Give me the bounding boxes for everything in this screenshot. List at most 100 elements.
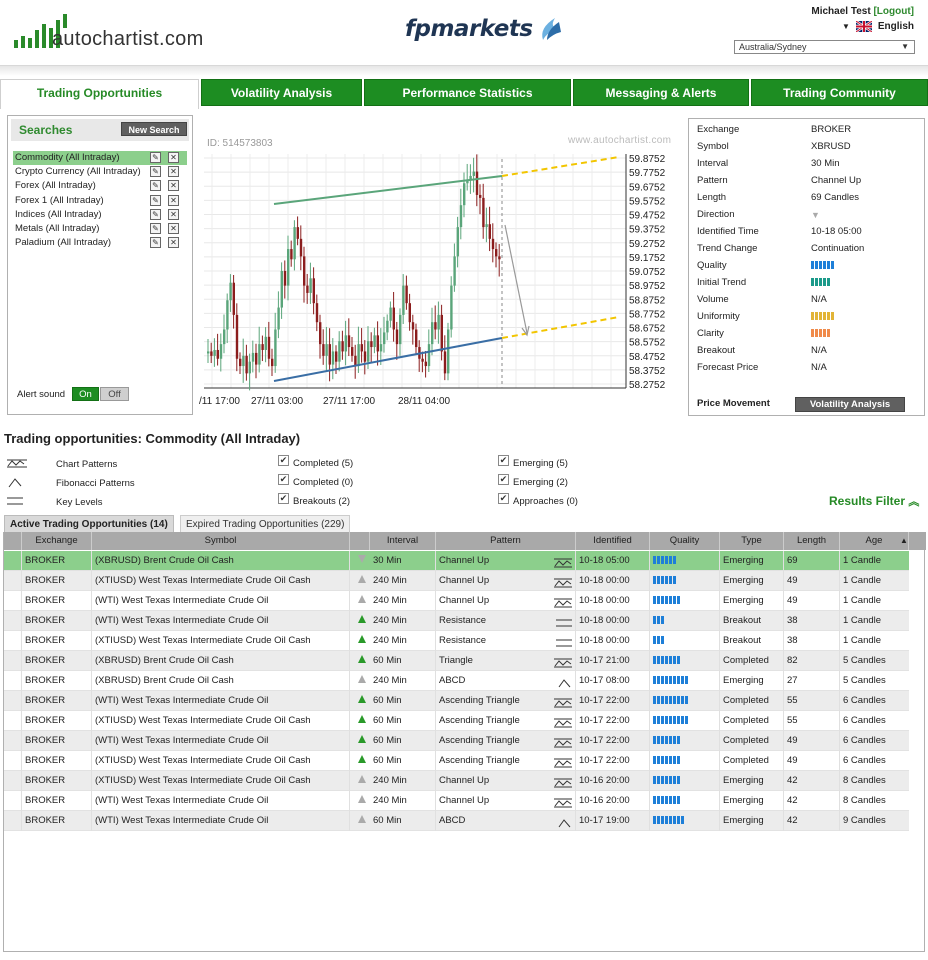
delete-icon[interactable]: ✕ <box>168 152 179 163</box>
cell-pattern: Channel Up <box>439 791 576 811</box>
table-row[interactable]: BROKER (WTI) West Texas Intermediate Crud… <box>4 811 909 831</box>
delete-icon[interactable]: ✕ <box>168 237 179 249</box>
direction-up-icon <box>357 675 366 683</box>
edit-icon[interactable]: ✎ <box>150 194 161 206</box>
column-header[interactable]: Type <box>720 532 784 550</box>
table-row[interactable]: BROKER (WTI) West Texas Intermediate Crud… <box>4 731 909 751</box>
cell-interval: 240 Min <box>373 571 436 591</box>
edit-icon[interactable]: ✎ <box>150 208 161 220</box>
column-header[interactable]: Interval <box>370 532 436 550</box>
table-row[interactable]: BROKER (XBRUSD) Brent Crude Oil Cash 240 M… <box>4 671 909 691</box>
delete-icon[interactable]: ✕ <box>168 223 179 234</box>
filter-label: Emerging (5) <box>513 458 568 469</box>
alert-sound-off-button[interactable]: Off <box>100 387 129 401</box>
table-row[interactable]: BROKER (WTI) West Texas Intermediate Crud… <box>4 791 909 811</box>
chevron-down-icon: ▼ <box>841 22 850 31</box>
timezone-value: Australia/Sydney <box>739 42 807 52</box>
delete-icon[interactable]: ✕ <box>168 166 179 178</box>
edit-icon[interactable]: ✎ <box>150 237 161 249</box>
y-tick-label: 59.1752 <box>629 253 666 264</box>
edit-icon[interactable]: ✎ <box>150 223 161 234</box>
tab-trading-community[interactable]: Trading Community <box>751 79 928 106</box>
column-header[interactable]: Pattern <box>436 532 576 550</box>
table-row[interactable]: BROKER (WTI) West Texas Intermediate Crud… <box>4 591 909 611</box>
search-item[interactable]: Forex (All Intraday) ✎ ✕ <box>13 179 187 193</box>
new-search-button[interactable]: New Search <box>121 122 187 136</box>
column-header[interactable] <box>350 532 370 550</box>
tab-expired-opportunities[interactable]: Expired Trading Opportunities (229) <box>180 515 350 532</box>
column-header[interactable]: Age <box>840 532 909 550</box>
info-label: Direction <box>697 209 735 220</box>
direction-up-icon <box>357 715 366 723</box>
table-row[interactable]: BROKER (XTIUSD) West Texas Intermediate C… <box>4 571 909 591</box>
candle <box>344 335 347 352</box>
quality-bars <box>653 776 680 784</box>
filter-checkbox[interactable]: ✔ <box>498 455 509 466</box>
table-row[interactable]: BROKER (WTI) West Texas Intermediate Crud… <box>4 611 909 631</box>
language-selector[interactable]: ▼ English <box>842 21 914 32</box>
volatility-analysis-button[interactable]: Volatility Analysis <box>795 397 905 412</box>
table-row[interactable]: BROKER (XTIUSD) West Texas Intermediate C… <box>4 711 909 731</box>
filter-checkbox[interactable]: ✔ <box>498 493 509 504</box>
y-tick-label: 58.6752 <box>629 324 666 335</box>
pattern-name: Channel Up <box>439 795 490 806</box>
tab-active-opportunities[interactable]: Active Trading Opportunities (14) <box>4 515 174 532</box>
direction-up-icon <box>357 595 366 603</box>
table-header: Exchange Symbol Interval Pattern Identified Q… <box>4 532 926 550</box>
pattern-name: ABCD <box>439 815 466 826</box>
column-header[interactable]: Symbol <box>92 532 350 550</box>
cell-interval: 60 Min <box>373 651 436 671</box>
edit-icon[interactable]: ✎ <box>150 152 161 163</box>
tab-volatility-analysis[interactable]: Volatility Analysis <box>201 79 362 106</box>
table-row[interactable]: BROKER (WTI) West Texas Intermediate Crud… <box>4 691 909 711</box>
column-header[interactable]: Identified <box>576 532 650 550</box>
x-tick-label: 27/11 17:00 <box>323 396 376 407</box>
filter-checkbox[interactable]: ✔ <box>278 455 289 466</box>
row-marker <box>7 711 22 731</box>
delete-icon[interactable]: ✕ <box>168 208 179 220</box>
edit-icon[interactable]: ✎ <box>150 166 161 178</box>
cell-symbol: (XBRUSD) Brent Crude Oil Cash <box>95 551 350 571</box>
column-header[interactable]: Quality <box>650 532 720 550</box>
filter-checkbox[interactable]: ✔ <box>498 474 509 485</box>
candle <box>296 227 299 239</box>
table-row[interactable]: BROKER (XBRUSD) Brent Crude Oil Cash 60 Mi… <box>4 651 909 671</box>
search-item[interactable]: Paladium (All Intraday) ✎ ✕ <box>13 236 187 250</box>
chart-pattern-icon <box>554 736 572 751</box>
delete-icon[interactable]: ✕ <box>168 194 179 206</box>
column-header[interactable]: Length <box>784 532 840 550</box>
search-item[interactable]: Forex 1 (All Intraday) ✎ ✕ <box>13 194 187 208</box>
search-item[interactable]: Commodity (All Intraday) ✎ ✕ <box>13 151 187 165</box>
column-header[interactable] <box>4 532 22 550</box>
timezone-select[interactable]: Australia/Sydney ▼ <box>734 40 915 54</box>
table-row[interactable]: BROKER (XBRUSD) Brent Crude Oil Cash 30 Mi… <box>4 551 909 571</box>
delete-icon[interactable]: ✕ <box>168 180 179 192</box>
tab-performance-statistics[interactable]: Performance Statistics <box>364 79 571 106</box>
opportunities-table: Exchange Symbol Interval Pattern Identified Q… <box>3 532 926 952</box>
edit-icon[interactable]: ✎ <box>150 180 161 192</box>
table-row[interactable]: BROKER (XTIUSD) West Texas Intermediate C… <box>4 771 909 791</box>
search-item[interactable]: Indices (All Intraday) ✎ ✕ <box>13 208 187 222</box>
filter-checkbox[interactable]: ✔ <box>278 493 289 504</box>
column-header[interactable]: Exchange <box>22 532 92 550</box>
alert-sound-on-button[interactable]: On <box>72 387 99 401</box>
search-item[interactable]: Metals (All Intraday) ✎ ✕ <box>13 222 187 236</box>
tab-trading-opportunities[interactable]: Trading Opportunities <box>0 79 199 109</box>
table-row[interactable]: BROKER (XTIUSD) West Texas Intermediate C… <box>4 751 909 771</box>
price-chart[interactable]: 59.8752 59.7752 59.6752 59.5752 59.4752 59.37… <box>199 129 677 412</box>
logout-link[interactable]: [Logout] <box>873 6 914 17</box>
tab-messaging-alerts[interactable]: Messaging & Alerts <box>573 79 749 106</box>
cell-length: 27 <box>787 671 840 691</box>
cell-exchange: BROKER <box>25 631 92 651</box>
table-row[interactable]: BROKER (XTIUSD) West Texas Intermediate C… <box>4 631 909 651</box>
search-item[interactable]: Crypto Currency (All Intraday) ✎ ✕ <box>13 165 187 179</box>
sort-ascending-icon[interactable]: ▲ <box>900 536 908 545</box>
fpmarkets-logo[interactable]: fpmarkets <box>405 14 563 44</box>
results-filter-link[interactable]: Results Filter ︽ <box>829 493 919 509</box>
autochartist-logo[interactable]: autochartist.com <box>14 14 204 50</box>
direction-up-icon <box>357 795 366 803</box>
cell-interval: 60 Min <box>373 751 436 771</box>
filter-checkbox[interactable]: ✔ <box>278 474 289 485</box>
cell-type: Emerging <box>723 771 784 791</box>
direction-up-icon <box>357 635 366 643</box>
